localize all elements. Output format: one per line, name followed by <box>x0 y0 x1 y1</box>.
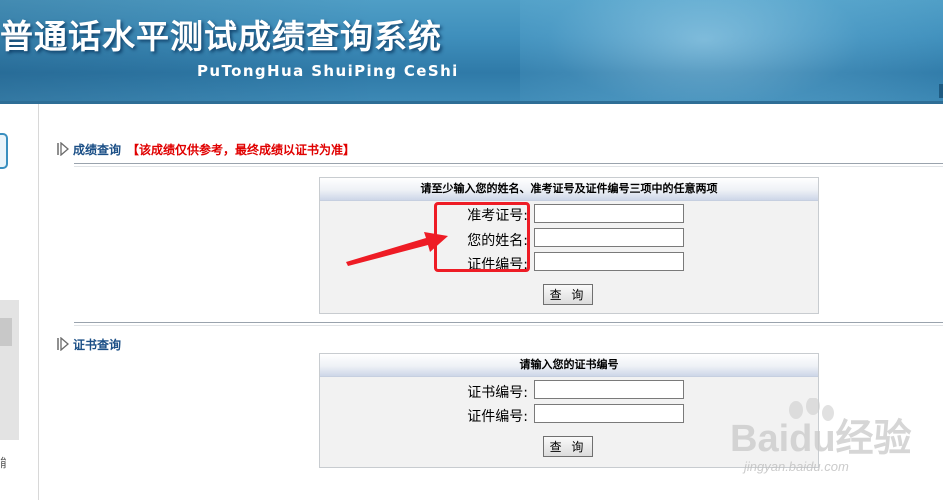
cert-id-number-label: 证件编号: <box>467 409 528 425</box>
header-edge-marker <box>939 84 943 98</box>
header-banner: 普通话水平测试成绩查询系统 PuTongHua ShuiPing CeShi <box>0 0 943 104</box>
certificate-query-button[interactable]: 查 询 <box>543 436 593 457</box>
certificate-panel-title: 请输入您的证书编号 <box>320 354 818 377</box>
certificate-query-label: 证书查询 <box>73 338 122 352</box>
left-sidebar: 能 <box>0 104 39 500</box>
name-input[interactable] <box>534 228 684 247</box>
section-arrow-icon <box>57 142 69 156</box>
certificate-number-row: 证书编号: <box>420 380 528 402</box>
score-query-button[interactable]: 查 询 <box>543 284 593 305</box>
score-notice: 【该成绩仅供参考，最终成绩以证书为准】 <box>127 143 356 157</box>
sidebar-button[interactable] <box>0 133 8 169</box>
score-panel-title: 请至少输入您的姓名、准考证号及证件编号三项中的任意两项 <box>320 178 818 201</box>
id-number-input[interactable] <box>534 252 684 271</box>
sidebar-partial-text: 能 <box>0 454 6 471</box>
certificate-number-label: 证书编号: <box>467 385 528 401</box>
score-query-label: 成绩查询 <box>73 143 122 157</box>
cert-id-number-input[interactable] <box>534 404 684 423</box>
section-arrow-icon <box>57 337 69 351</box>
header-divider <box>0 101 943 104</box>
section-divider <box>74 322 943 326</box>
sidebar-blurred-detail <box>0 318 12 346</box>
certificate-query-heading: 证书查询 <box>56 336 121 353</box>
watermark-brand: Baidu经验 <box>730 418 912 460</box>
certificate-number-input[interactable] <box>534 380 684 399</box>
cert-id-number-row: 证件编号: <box>420 404 528 426</box>
site-subtitle: PuTongHua ShuiPing CeShi <box>197 62 459 80</box>
score-query-heading: 成绩查询 【该成绩仅供参考，最终成绩以证书为准】 <box>56 141 355 158</box>
admission-number-input[interactable] <box>534 204 684 223</box>
watermark-url: jingyan.baidu.com <box>744 459 849 474</box>
site-title: 普通话水平测试成绩查询系统 <box>0 17 442 56</box>
section-divider <box>74 163 943 167</box>
annotation-arrow-icon <box>346 232 448 266</box>
